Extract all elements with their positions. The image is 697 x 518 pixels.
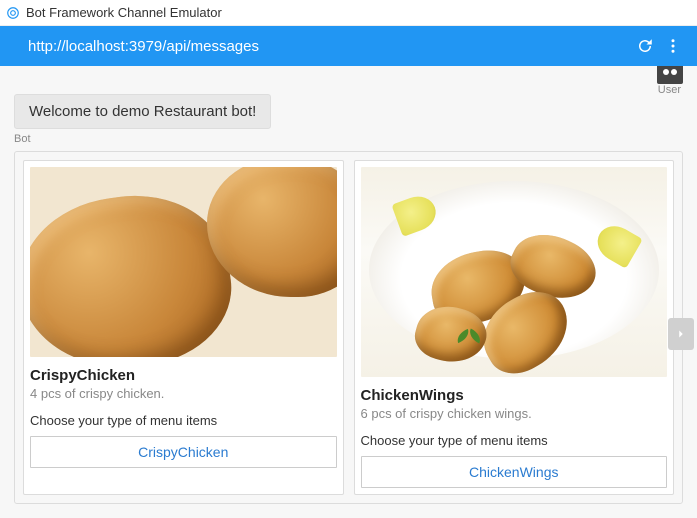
card-prompt: Choose your type of menu items — [30, 413, 337, 428]
card-action-button[interactable]: CrispyChicken — [30, 436, 337, 468]
menu-card: ChickenWings 6 pcs of crispy chicken win… — [354, 160, 675, 495]
card-image — [30, 167, 337, 357]
menu-button[interactable] — [659, 32, 687, 60]
more-vertical-icon — [664, 37, 682, 55]
window-title: Bot Framework Channel Emulator — [26, 5, 222, 20]
card-carousel: CrispyChicken 4 pcs of crispy chicken. C… — [14, 151, 683, 504]
card-image-content — [361, 167, 668, 377]
card-action-button[interactable]: ChickenWings — [361, 456, 668, 488]
title-bar: Bot Framework Channel Emulator — [0, 0, 697, 26]
user-message-block: User — [657, 66, 683, 96]
card-image — [361, 167, 668, 377]
app-logo-icon — [6, 6, 20, 20]
card-subtitle: 4 pcs of crispy chicken. — [30, 386, 337, 401]
bot-label: Bot — [14, 133, 683, 145]
card-title: ChickenWings — [361, 387, 668, 404]
menu-card: CrispyChicken 4 pcs of crispy chicken. C… — [23, 160, 344, 495]
carousel-next-button[interactable] — [668, 318, 694, 350]
user-avatar-icon — [657, 66, 683, 84]
refresh-button[interactable] — [631, 32, 659, 60]
chat-area: User Welcome to demo Restaurant bot! Bot… — [0, 66, 697, 518]
chevron-right-icon — [674, 327, 688, 341]
endpoint-url[interactable]: http://localhost:3979/api/messages — [28, 38, 631, 55]
refresh-icon — [636, 37, 654, 55]
user-label: User — [657, 84, 683, 96]
toolbar: http://localhost:3979/api/messages — [0, 26, 697, 66]
bot-message-bubble: Welcome to demo Restaurant bot! — [14, 94, 271, 129]
card-title: CrispyChicken — [30, 367, 337, 384]
card-prompt: Choose your type of menu items — [361, 433, 668, 448]
card-subtitle: 6 pcs of crispy chicken wings. — [361, 406, 668, 421]
